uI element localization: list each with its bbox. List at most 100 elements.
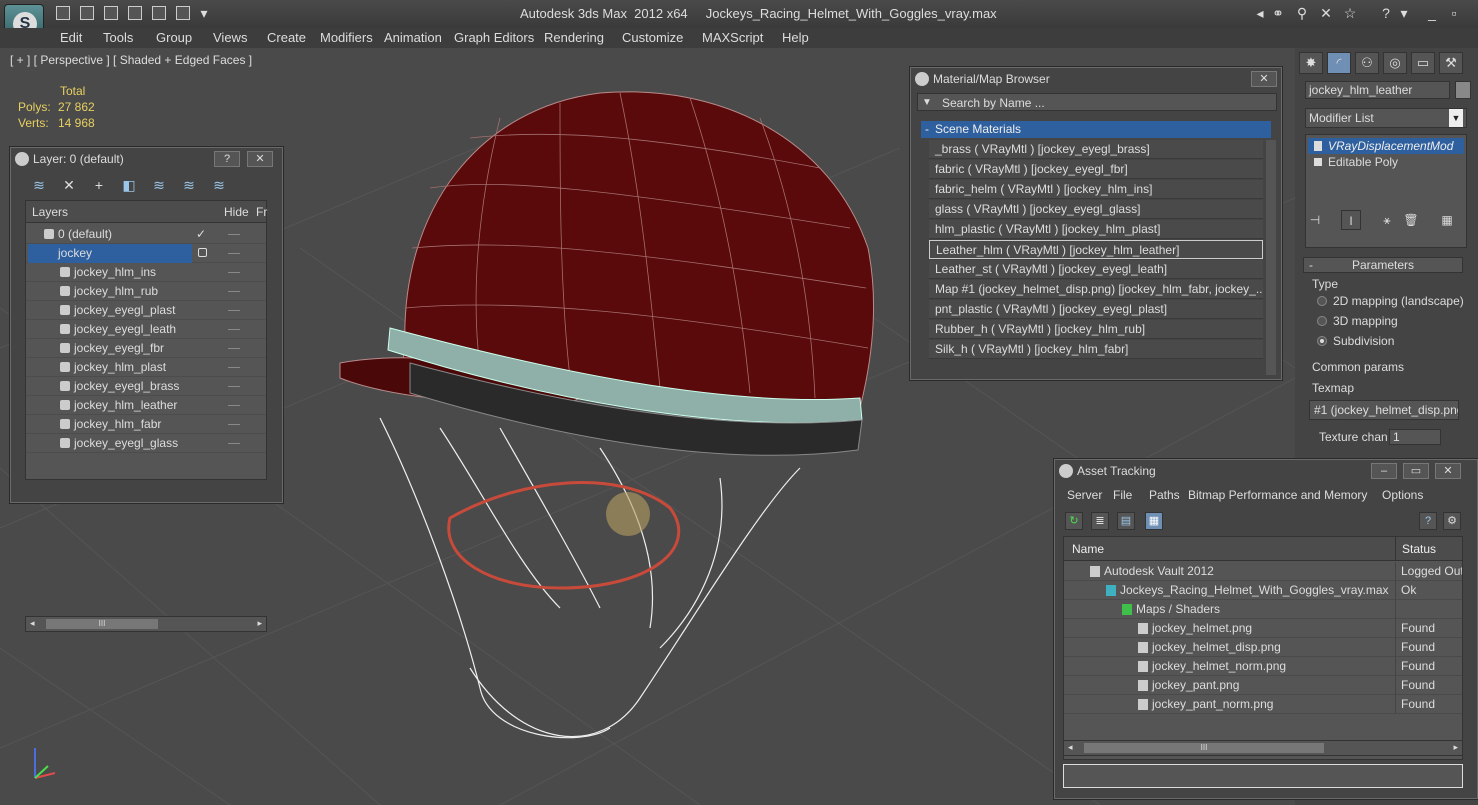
radio-3d-mapping[interactable] [1317,316,1327,326]
layer-name[interactable]: jockey_eyegl_fbr [74,339,164,358]
minimize-icon[interactable]: _ [1424,5,1440,21]
list-view-icon[interactable]: ≣ [1091,512,1109,530]
layer-name[interactable]: 0 (default) [58,225,112,244]
radio-subdivision[interactable] [1317,336,1327,346]
material-browser-titlebar[interactable]: Material/Map Browser ✕ [911,68,1281,90]
refresh-icon[interactable]: ↻ [1065,512,1083,530]
asset-menu-server[interactable]: Server [1067,488,1102,502]
menu-edit[interactable]: Edit [60,30,82,45]
tools-icon[interactable]: ✕ [1318,5,1334,21]
layer-row[interactable]: jockey_hlm_ins [26,263,266,282]
menu-group[interactable]: Group [156,30,192,45]
close-button[interactable]: ✕ [1435,463,1461,479]
modify-tab-icon[interactable]: ◜ [1327,52,1351,74]
create-tab-icon[interactable]: ✸ [1299,52,1323,74]
radio-2d-mapping-label[interactable]: 2D mapping (landscape) [1333,294,1464,308]
add-to-layer-icon[interactable]: + [89,175,109,195]
dropdown-arrow-icon[interactable]: ▾ [196,5,212,21]
radio-2d-mapping[interactable] [1317,296,1327,306]
asset-row[interactable]: jockey_helmet_disp.png Found [1064,638,1462,657]
asset-row[interactable]: jockey_pant_norm.png Found [1064,695,1462,714]
menu-tools[interactable]: Tools [103,30,133,45]
layer-name[interactable]: jockey_hlm_rub [74,282,158,301]
material-item[interactable]: Rubber_h ( VRayMtl ) [jockey_hlm_rub] [929,320,1263,339]
open-icon[interactable] [56,6,70,20]
close-button[interactable]: ✕ [1251,71,1277,87]
layer-row[interactable]: 0 (default) ✓ [26,225,266,244]
help-icon[interactable]: ? [1419,512,1437,530]
layer-name[interactable]: jockey [28,244,192,263]
layer-name[interactable]: jockey_hlm_ins [74,263,156,282]
layers-column-header[interactable]: Layers [32,205,68,219]
layer-name[interactable]: jockey_hlm_leather [74,396,177,415]
current-layer-check-icon[interactable]: ✓ [196,225,206,244]
configure-sets-icon[interactable]: ▦ [1437,210,1457,230]
asset-scroll-thumb[interactable]: III [1084,743,1324,753]
material-item[interactable]: Leather_hlm ( VRayMtl ) [jockey_hlm_leat… [929,240,1263,259]
menu-modifiers[interactable]: Modifiers [320,30,373,45]
layer-name[interactable]: jockey_eyegl_brass [74,377,179,396]
texmap-button[interactable]: #1 (jockey_helmet_disp.png) [1309,400,1459,420]
freeze-column-header[interactable]: Fr [256,205,267,219]
layer-row[interactable]: jockey_eyegl_brass [26,377,266,396]
table-view-icon[interactable]: ▦ [1145,512,1163,530]
material-item[interactable]: Map #1 (jockey_helmet_disp.png) [jockey_… [929,280,1263,299]
scroll-left-icon[interactable]: ◂ [30,618,35,629]
asset-row[interactable]: Jockeys_Racing_Helmet_With_Goggles_vray.… [1064,581,1462,600]
helmet-model[interactable] [339,91,874,739]
show-end-result-icon[interactable]: I [1341,210,1361,230]
texture-channel-spinner[interactable]: 1 [1389,429,1441,445]
layer-panel-titlebar[interactable]: Layer: 0 (default) ? ✕ [11,148,282,170]
column-divider[interactable] [1395,537,1396,561]
layer-row[interactable]: jockey [26,244,266,263]
scroll-right-icon[interactable]: ▸ [1453,742,1458,753]
lightbulb-icon[interactable] [1314,141,1322,151]
menu-graph-editors[interactable]: Graph Editors [454,30,534,45]
layer-row[interactable]: jockey_eyegl_leath [26,320,266,339]
asset-status-field[interactable] [1063,764,1463,788]
chevron-down-icon[interactable]: ▼ [1449,109,1463,127]
layer-scroll-thumb[interactable]: III [46,619,158,629]
search-icon[interactable]: ⚲ [1294,5,1310,21]
scene-materials-group[interactable]: - Scene Materials [921,121,1271,138]
detail-view-icon[interactable]: ▤ [1117,512,1135,530]
asset-row[interactable]: jockey_helmet_norm.png Found [1064,657,1462,676]
help-icon[interactable]: ? [1378,5,1394,21]
asset-horizontal-scrollbar[interactable]: ◂ III ▸ [1063,740,1463,756]
material-item[interactable]: fabric ( VRayMtl ) [jockey_eyegl_fbr] [929,160,1263,179]
material-item[interactable]: hlm_plastic ( VRayMtl ) [jockey_hlm_plas… [929,220,1263,239]
star-icon[interactable]: ☆ [1342,5,1358,21]
modifier-vraydisplacement[interactable]: VRayDisplacementMod [1308,138,1464,154]
asset-tracking-titlebar[interactable]: Asset Tracking – ▭ ✕ [1055,460,1477,482]
parameters-rollout[interactable]: - Parameters [1303,257,1463,273]
hide-toggle[interactable] [228,348,240,349]
material-item[interactable]: pnt_plastic ( VRayMtl ) [jockey_eyegl_pl… [929,300,1263,319]
utilities-tab-icon[interactable]: ⚒ [1439,52,1463,74]
layer-row[interactable]: jockey_eyegl_glass [26,434,266,453]
pin-stack-icon[interactable]: ⊣ [1305,210,1325,230]
chevron-down-icon[interactable]: ▾ [1396,5,1412,21]
fetch-icon[interactable] [176,6,190,20]
hide-toggle[interactable] [228,367,240,368]
hide-all-icon[interactable]: ≋ [179,175,199,195]
asset-menu-file[interactable]: File [1113,488,1132,502]
hide-toggle[interactable] [228,329,240,330]
radio-3d-mapping-label[interactable]: 3D mapping [1333,314,1398,328]
hide-toggle[interactable] [228,405,240,406]
delete-layer-icon[interactable]: ✕ [59,175,79,195]
asset-menu-bitmap[interactable]: Bitmap Performance and Memory [1188,488,1367,502]
save-icon[interactable] [80,6,94,20]
make-unique-icon[interactable]: ⚹ [1377,210,1397,230]
close-button[interactable]: ✕ [247,151,273,167]
layer-horizontal-scrollbar[interactable]: ◂ III ▸ [25,616,267,632]
menu-help[interactable]: Help [782,30,809,45]
expand-icon[interactable] [1314,158,1322,166]
restore-icon[interactable]: ▫ [1446,5,1462,21]
hide-toggle[interactable] [228,291,240,292]
asset-row[interactable]: jockey_pant.png Found [1064,676,1462,695]
layer-row[interactable]: jockey_hlm_fabr [26,415,266,434]
hide-toggle[interactable] [228,386,240,387]
display-tab-icon[interactable]: ▭ [1411,52,1435,74]
object-color-swatch[interactable] [1455,81,1471,99]
asset-menu-paths[interactable]: Paths [1149,488,1180,502]
